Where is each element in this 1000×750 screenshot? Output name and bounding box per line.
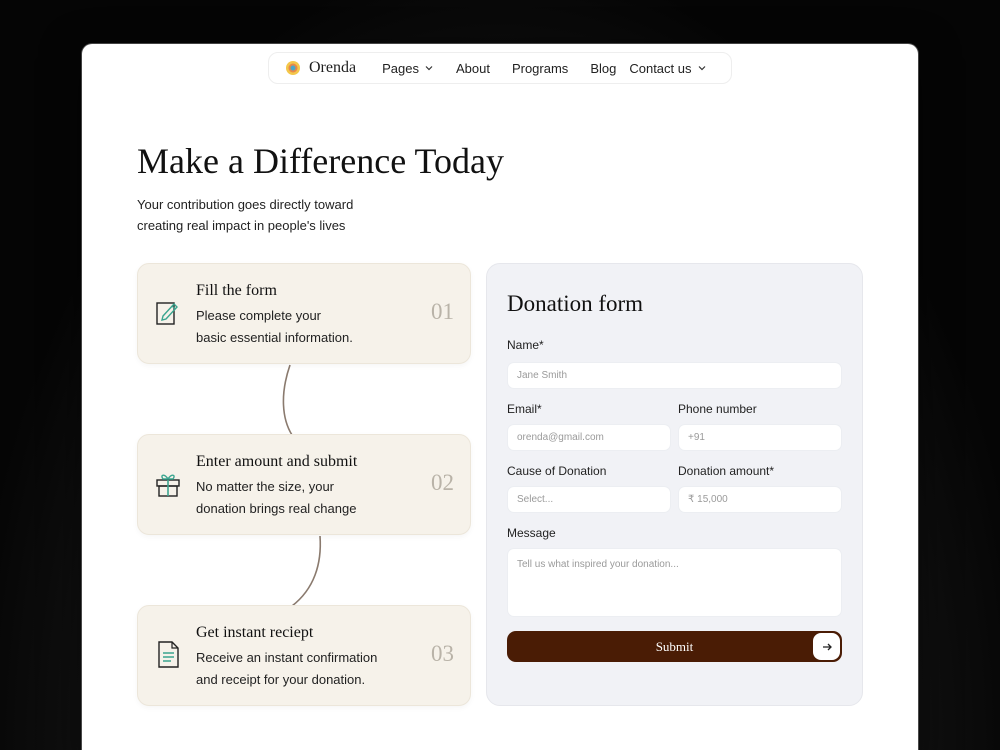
message-label: Message [507, 526, 556, 540]
donation-form: Donation form Name* Jane Smith Email* or… [486, 263, 863, 706]
step-title: Get instant reciept [196, 624, 314, 641]
form-pen-icon [156, 302, 178, 325]
step-number: 03 [431, 641, 454, 666]
sun-logo-icon [286, 61, 300, 75]
step-description: No matter the size, your donation brings… [196, 476, 396, 520]
subtitle-line: creating real impact in people's lives [137, 218, 346, 233]
nav-item-label: Programs [511, 60, 569, 76]
step-description: Receive an instant confirmation and rece… [196, 647, 396, 691]
step-card-1: Fill the form Please complete your basic… [137, 263, 471, 364]
step-desc-line: Receive an instant confirmation [196, 650, 378, 665]
submit-label: Submit [655, 638, 694, 654]
name-label: Name* [507, 338, 544, 352]
chevron-down-icon [698, 66, 705, 71]
phone-input[interactable]: +91 [678, 424, 842, 451]
step-card-3: Get instant reciept Receive an instant c… [137, 605, 471, 706]
step-desc-line: and receipt for your donation. [196, 672, 366, 687]
step-desc-line: No matter the size, your [196, 479, 334, 494]
top-nav: Orenda Pages About Programs Blog Contact… [268, 52, 732, 84]
nav-item-pages[interactable]: Pages [382, 61, 434, 76]
step-desc-line: Please complete your [196, 308, 322, 323]
message-textarea[interactable]: Tell us what inspired your donation... [507, 548, 842, 617]
nav-item-programs[interactable]: Programs [512, 61, 568, 76]
brand-name: Orenda [309, 59, 357, 76]
cause-select[interactable]: Select... [507, 486, 671, 513]
name-input[interactable]: Jane Smith [507, 362, 842, 389]
step-desc-line: basic essential information. [196, 330, 353, 345]
step-desc-line: donation brings real change [196, 501, 357, 516]
form-title: Donation form [507, 291, 644, 316]
step-description: Please complete your basic essential inf… [196, 305, 396, 349]
amount-label: Donation amount* [678, 464, 775, 478]
phone-label: Phone number [678, 402, 757, 416]
step-title: Enter amount and submit [196, 453, 358, 470]
nav-item-label: About [455, 60, 490, 76]
brand[interactable]: Orenda [285, 59, 356, 77]
receipt-icon [158, 641, 179, 668]
email-label: Email* [507, 402, 542, 416]
email-input[interactable]: orenda@gmail.com [507, 424, 671, 451]
arrow-right-icon [813, 633, 840, 660]
gift-icon [156, 474, 180, 497]
cause-label: Cause of Donation [507, 464, 607, 478]
submit-button[interactable]: Submit [507, 631, 842, 662]
step-card-2: Enter amount and submit No matter the si… [137, 434, 471, 535]
nav-item-about[interactable]: About [456, 61, 490, 76]
nav-item-blog[interactable]: Blog [590, 61, 616, 76]
nav-item-label: Pages [382, 60, 419, 76]
nav-item-label: Blog [590, 60, 617, 76]
step-number: 01 [431, 299, 454, 324]
amount-input[interactable]: ₹ 15,000 [678, 486, 842, 513]
subtitle-line: Your contribution goes directly toward [137, 197, 354, 212]
step-number: 02 [431, 470, 454, 495]
step-title: Fill the form [196, 282, 277, 299]
page-subtitle: Your contribution goes directly toward c… [137, 194, 397, 236]
nav-item-label: Contact us [629, 60, 692, 76]
chevron-down-icon [425, 66, 433, 71]
page-title: Make a Difference Today [137, 141, 504, 181]
browser-frame: Orenda Pages About Programs Blog Contact… [82, 44, 918, 750]
nav-item-contact[interactable]: Contact us [629, 61, 706, 76]
